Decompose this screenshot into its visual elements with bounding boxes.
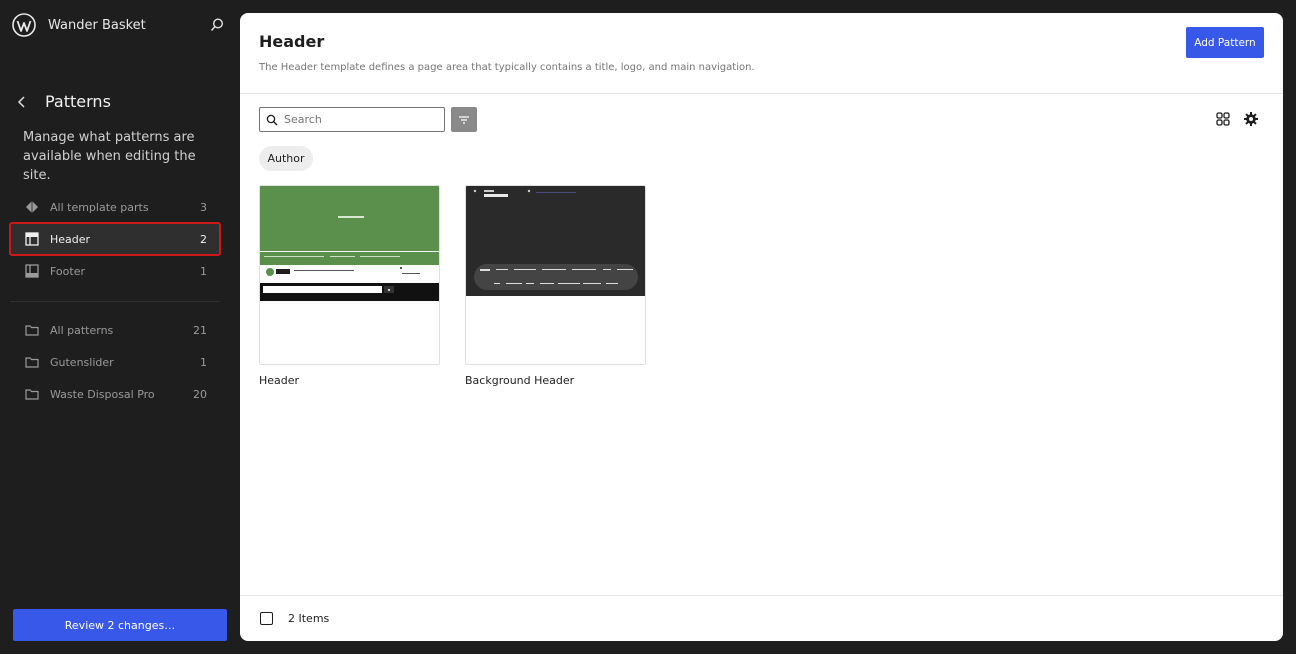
header-layout-icon	[24, 231, 40, 247]
sidebar-item-count: 3	[200, 200, 207, 214]
sidebar-item-count: 1	[200, 264, 207, 278]
select-all-checkbox[interactable]	[260, 612, 273, 625]
filter-icon	[459, 115, 469, 124]
filter-button[interactable]	[451, 107, 477, 132]
pattern-card-title[interactable]: Background Header	[465, 374, 646, 387]
items-count: 2 Items	[288, 612, 330, 625]
pattern-preview[interactable]	[465, 185, 646, 365]
sidebar-item-label: Footer	[50, 264, 85, 278]
sidebar-divider	[10, 301, 220, 302]
sidebar-item-gutenslider[interactable]: Gutenslider 1	[10, 346, 220, 378]
diamond-icon	[24, 199, 40, 215]
main-panel: Header The Header template defines a pag…	[240, 13, 1283, 641]
sidebar: Wander Basket Patterns Manage what patte…	[0, 0, 240, 654]
search-input[interactable]	[284, 113, 434, 126]
sidebar-item-count: 2	[200, 232, 207, 246]
add-pattern-button[interactable]: Add Pattern	[1186, 27, 1264, 58]
sidebar-item-footer[interactable]: Footer 1	[10, 255, 220, 287]
sidebar-item-header[interactable]: Header 2	[9, 222, 221, 256]
folder-icon	[24, 386, 40, 402]
list-footer: 2 Items	[240, 595, 1283, 641]
sidebar-title: Patterns	[45, 92, 111, 111]
wordpress-logo-icon[interactable]	[12, 13, 36, 37]
sidebar-item-count: 1	[200, 355, 207, 369]
template-parts-nav: All template parts 3 Header 2 Footer 1	[9, 191, 221, 287]
sidebar-description: Manage what patterns are available when …	[23, 130, 196, 183]
folder-icon	[24, 322, 40, 338]
page-description: The Header template defines a page area …	[259, 62, 755, 73]
back-chevron-icon[interactable]	[14, 94, 30, 110]
page-title: Header	[259, 32, 325, 51]
pattern-preview[interactable]	[259, 185, 440, 365]
background-header-preview-image	[466, 186, 645, 296]
pattern-card-title[interactable]: Header	[259, 374, 440, 387]
header-preview-image	[260, 186, 439, 301]
site-name[interactable]: Wander Basket	[48, 18, 146, 33]
sidebar-item-label: Header	[50, 232, 91, 246]
gear-icon[interactable]	[1243, 111, 1259, 127]
pattern-card[interactable]: Background Header	[465, 185, 646, 387]
grid-view-icon[interactable]	[1215, 111, 1231, 127]
search-icon[interactable]	[209, 17, 225, 33]
sidebar-item-label: Gutenslider	[50, 355, 114, 369]
sidebar-item-all-patterns[interactable]: All patterns 21	[10, 314, 220, 346]
search-icon	[266, 114, 278, 125]
site-hub: Wander Basket	[0, 0, 240, 52]
review-changes-button[interactable]: Review 2 changes…	[13, 609, 227, 641]
search-field[interactable]	[259, 107, 445, 132]
pattern-card[interactable]: Header	[259, 185, 440, 387]
sidebar-item-label: All patterns	[50, 323, 114, 337]
sidebar-item-all-template-parts[interactable]: All template parts 3	[10, 191, 220, 223]
pattern-categories-nav: All patterns 21 Gutenslider 1 Waste Disp…	[10, 314, 220, 410]
page-header: Header The Header template defines a pag…	[240, 13, 1283, 94]
footer-layout-icon	[24, 263, 40, 279]
sidebar-item-count: 21	[193, 323, 207, 337]
folder-icon	[24, 354, 40, 370]
author-filter-chip[interactable]: Author	[259, 146, 313, 171]
sidebar-item-label: Waste Disposal Pro	[50, 387, 155, 401]
sidebar-item-label: All template parts	[50, 200, 149, 214]
sidebar-item-count: 20	[193, 387, 207, 401]
sidebar-item-waste-disposal-pro[interactable]: Waste Disposal Pro 20	[10, 378, 220, 410]
